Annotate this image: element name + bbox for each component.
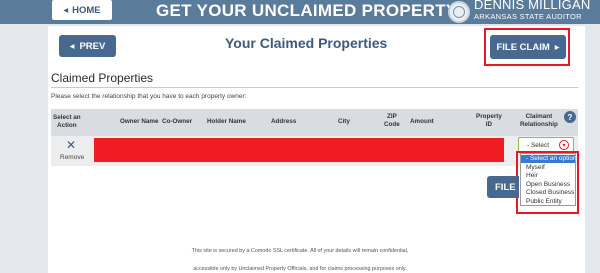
- file-claim-bottom-label: FILE: [495, 181, 516, 193]
- chevron-down-icon: ▾: [559, 140, 569, 150]
- col-property-id: Property ID: [476, 113, 502, 128]
- prev-button-label: PREV: [79, 40, 106, 52]
- file-claim-button-bottom[interactable]: FILE: [487, 176, 519, 198]
- page-title: Your Claimed Properties: [225, 35, 388, 51]
- section-divider: [51, 87, 578, 88]
- col-zip-code: ZIP Code: [384, 113, 400, 128]
- col-owner-name: Owner Name: [120, 118, 159, 125]
- section-title: Claimed Properties: [51, 71, 154, 85]
- remove-link[interactable]: Remove: [60, 154, 84, 161]
- col-city: City: [338, 118, 350, 125]
- auditor-name: DENNIS MILLIGAN: [474, 0, 591, 12]
- col-holder-name: Holder Name: [207, 118, 246, 125]
- remove-icon[interactable]: ✕: [66, 138, 76, 152]
- home-button-label: HOME: [72, 4, 101, 16]
- chevron-left-icon: ◂: [69, 40, 75, 52]
- col-address: Address: [271, 118, 297, 125]
- chevron-left-icon: ◂: [63, 4, 69, 16]
- col-amount: Amount: [410, 118, 434, 125]
- col-select-action: Select an Action: [53, 114, 81, 129]
- footer-security-line-2: accessible only by Unclaimed Property Of…: [193, 266, 407, 272]
- redacted-property-details: [94, 138, 504, 162]
- help-icon[interactable]: ?: [564, 111, 576, 123]
- footer-security-line-1: This site is secured by a Comodo SSL cer…: [191, 248, 409, 254]
- instructions-text: Please select the relationship that you …: [51, 93, 247, 100]
- site-title: GET YOUR UNCLAIMED PROPERTY: [156, 1, 458, 20]
- auditor-office: ARKANSAS STATE AUDITOR: [474, 12, 582, 21]
- highlight-outline-file-claim: [484, 28, 570, 66]
- highlight-outline-dropdown: [516, 151, 579, 214]
- prev-button[interactable]: ◂ PREV: [59, 35, 116, 57]
- state-seal-logo: [448, 1, 470, 23]
- col-claimant-relationship: Claimant Relationship: [520, 113, 558, 128]
- col-co-owner: Co-Owner: [162, 118, 193, 125]
- relationship-select-value: - Select: [527, 141, 550, 149]
- home-button[interactable]: ◂ HOME: [52, 0, 112, 20]
